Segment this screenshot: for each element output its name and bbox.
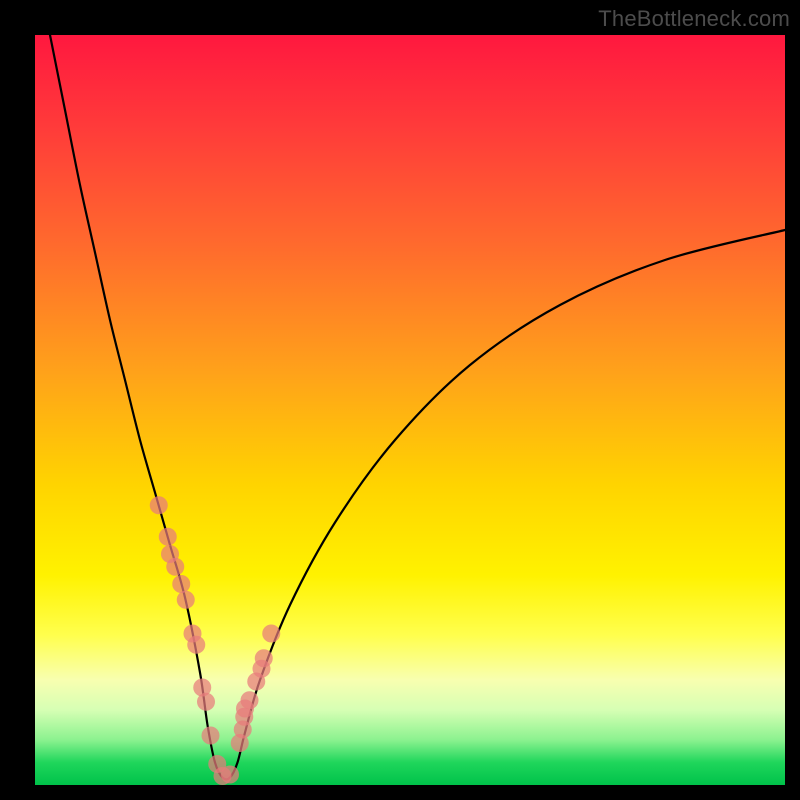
sample-dot [150, 496, 168, 514]
sample-dot [221, 766, 239, 784]
sample-dot [202, 727, 220, 745]
sample-dot [177, 591, 195, 609]
chart-frame: TheBottleneck.com [0, 0, 800, 800]
curve-layer [35, 35, 785, 785]
sample-dot [255, 649, 273, 667]
bottleneck-curve [50, 35, 785, 779]
sample-dot [262, 625, 280, 643]
sample-dot [187, 636, 205, 654]
sample-dot [241, 691, 259, 709]
plot-area [35, 35, 785, 785]
sample-dot [166, 558, 184, 576]
sample-dot [159, 528, 177, 546]
watermark-text: TheBottleneck.com [598, 6, 790, 32]
sample-dot [197, 693, 215, 711]
sample-dots-group [150, 496, 281, 785]
sample-dot [172, 575, 190, 593]
